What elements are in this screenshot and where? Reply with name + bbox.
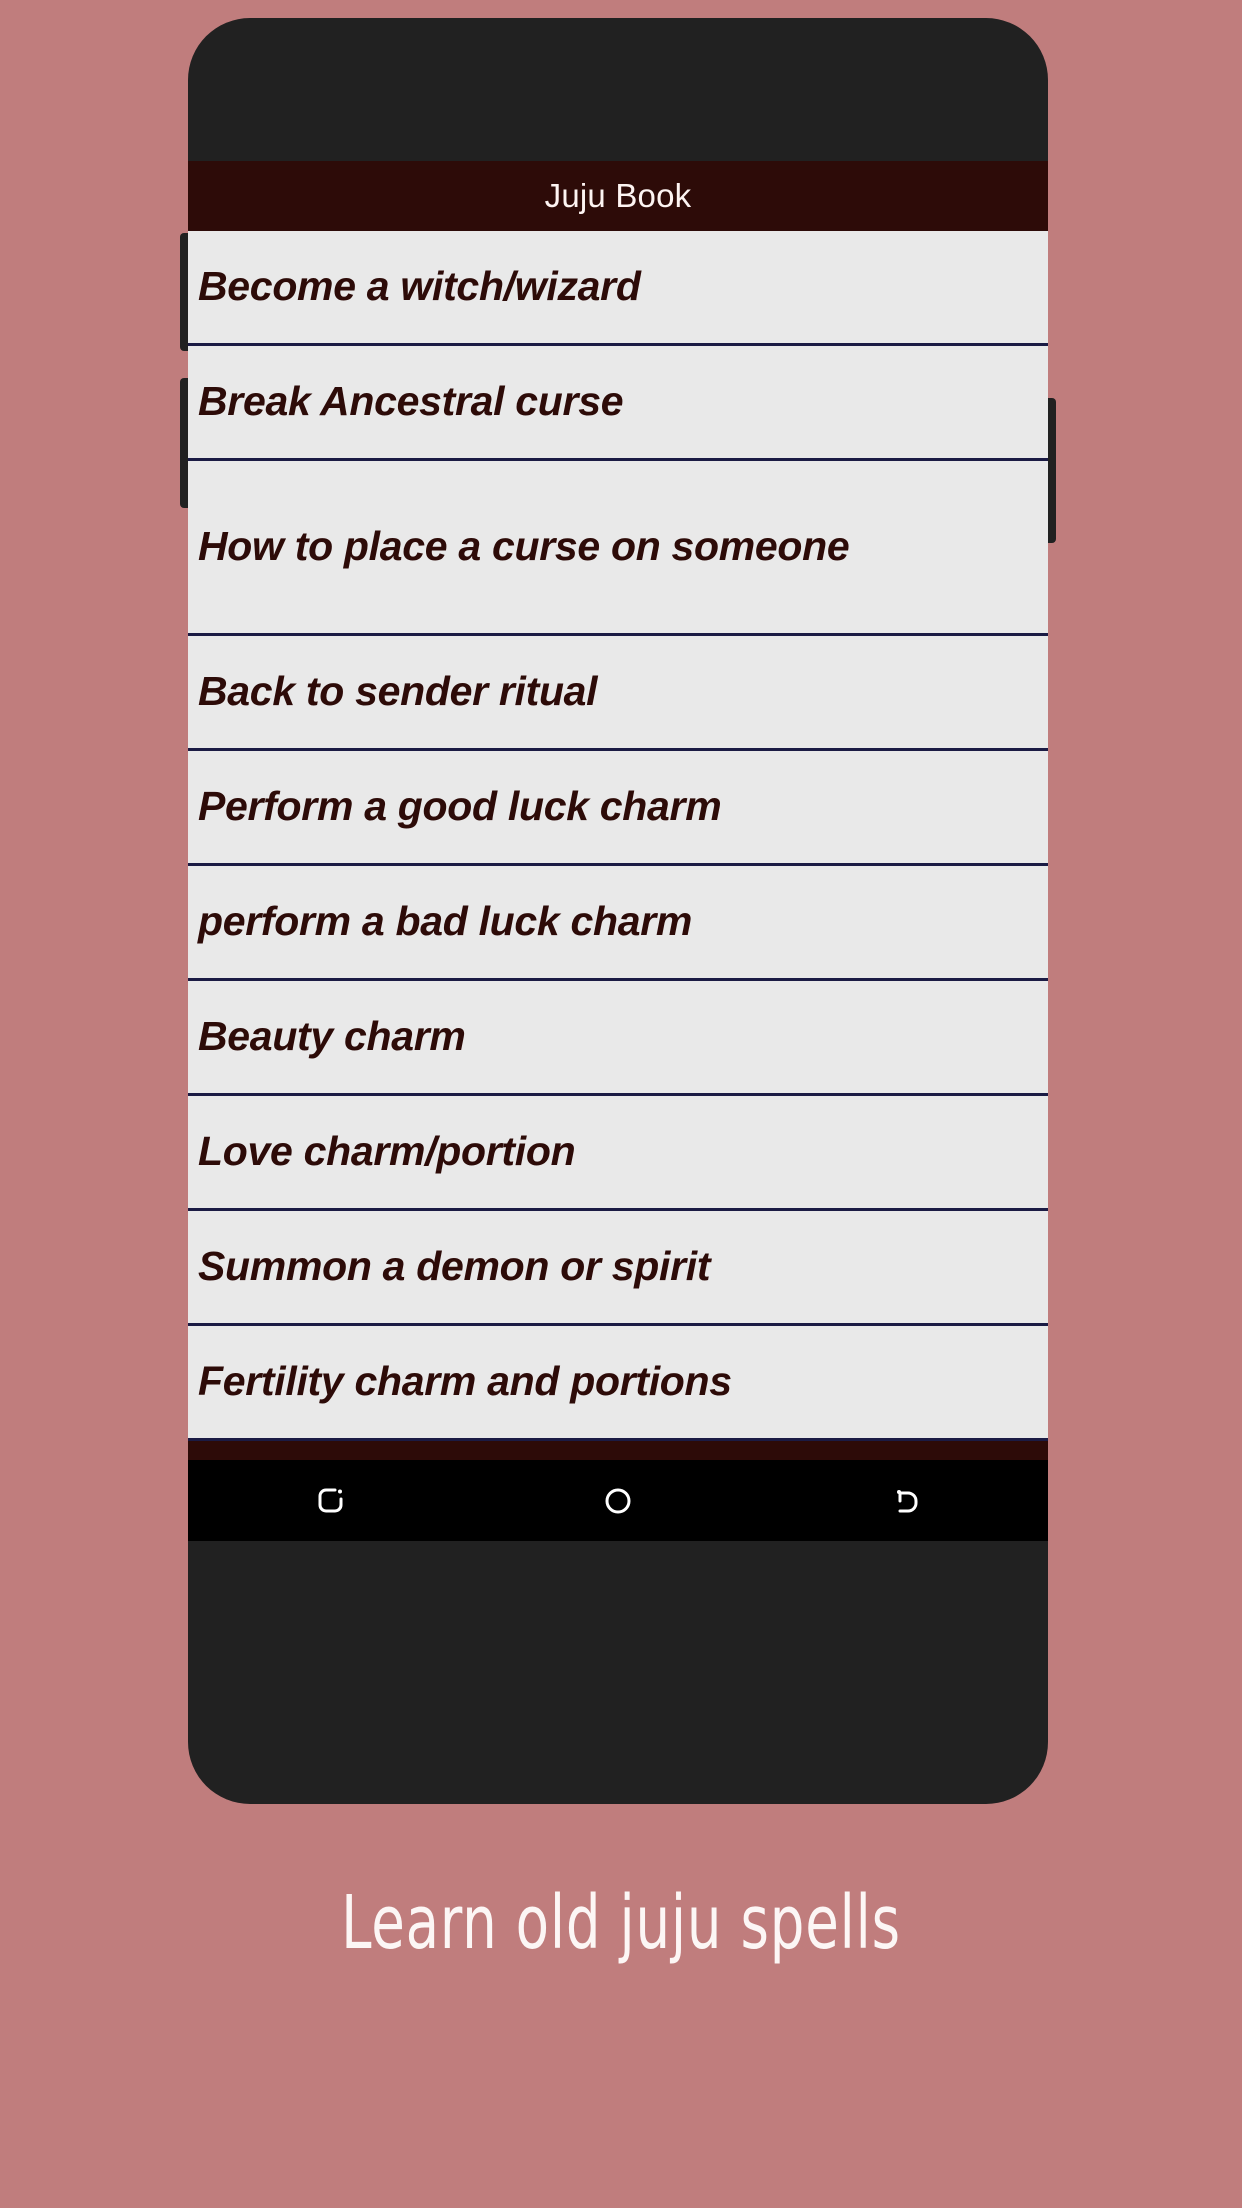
list-item-label: Summon a demon or spirit bbox=[198, 1243, 711, 1290]
list-item-label: perform a bad luck charm bbox=[198, 898, 693, 945]
list-item-label: Beauty charm bbox=[198, 1013, 466, 1060]
home-icon bbox=[601, 1484, 635, 1518]
app-title-bar: Juju Book bbox=[188, 161, 1048, 231]
recent-apps-button[interactable] bbox=[276, 1460, 386, 1541]
app-title-text: Juju Book bbox=[544, 177, 692, 214]
promo-caption: Learn old juju spells bbox=[341, 1880, 901, 1966]
list-item[interactable]: Become a witch/wizard bbox=[188, 231, 1048, 346]
list-item[interactable]: Fertility charm and portions bbox=[188, 1326, 1048, 1441]
list-item-label: Love charm/portion bbox=[198, 1128, 576, 1175]
list-item[interactable]: Break Ancestral curse bbox=[188, 346, 1048, 461]
list-item[interactable]: Beauty charm bbox=[188, 981, 1048, 1096]
list-item[interactable]: Love charm/portion bbox=[188, 1096, 1048, 1211]
recent-apps-icon bbox=[314, 1484, 348, 1518]
list-item-label: Back to sender ritual bbox=[198, 668, 598, 715]
list-item-label: Become a witch/wizard bbox=[198, 263, 641, 310]
home-button[interactable] bbox=[563, 1460, 673, 1541]
list-item-label: Perform a good luck charm bbox=[198, 783, 722, 830]
back-button[interactable] bbox=[850, 1460, 960, 1541]
phone-device-frame: Juju Book Become a witch/wizard Break An… bbox=[180, 18, 1056, 1804]
list-item[interactable]: How to place a curse on someone bbox=[188, 461, 1048, 636]
phone-screen: Juju Book Become a witch/wizard Break An… bbox=[188, 161, 1048, 1541]
back-icon bbox=[888, 1484, 922, 1518]
list-item-label: Break Ancestral curse bbox=[198, 378, 624, 425]
list-item[interactable]: perform a bad luck charm bbox=[188, 866, 1048, 981]
list-item[interactable]: Summon a demon or spirit bbox=[188, 1211, 1048, 1326]
list-item[interactable]: Back to sender ritual bbox=[188, 636, 1048, 751]
list-item-label: Fertility charm and portions bbox=[198, 1358, 732, 1405]
list-item-label: How to place a curse on someone bbox=[198, 523, 850, 570]
list-item[interactable]: Perform a good luck charm bbox=[188, 751, 1048, 866]
spell-list: Become a witch/wizard Break Ancestral cu… bbox=[188, 231, 1048, 1441]
android-nav-bar bbox=[188, 1460, 1048, 1541]
